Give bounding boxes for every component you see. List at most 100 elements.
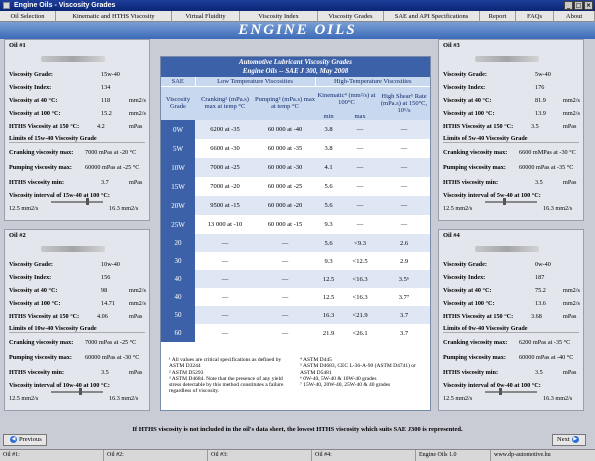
menu-kinematic-hths[interactable]: Kinematic and HTHS Viscosity [56, 11, 172, 22]
menu-viscosity-index[interactable]: Viscosity Index [240, 11, 318, 22]
menu-virtual-fluidity[interactable]: Virtual Fluidity [172, 11, 240, 22]
value-cell: 9500 at -15 [210, 202, 240, 209]
interval-title: Viscosity interval of 5w-40 at 100 °C: [443, 192, 541, 199]
banner-title: ENGINE OILS [0, 22, 595, 39]
value-cell: 9.3 [324, 221, 333, 228]
oil-panel-3: Oil #3 Viscosity Grade: 5w-40 Viscosity … [438, 39, 584, 221]
header-kinematic: Kinematic⁴ (mm²/s) at 100°C [315, 86, 378, 112]
oil-name-placeholder [475, 246, 539, 252]
interval-high: 16.3 mm2/s [109, 205, 139, 212]
value-cell: — [221, 275, 229, 283]
grade-cell: 20W [161, 196, 195, 215]
table-row: 20 — — 5.6 <9.3 2.6 [161, 234, 430, 252]
value-cell: 2.6 [399, 239, 409, 247]
value-cell: — [400, 202, 408, 209]
previous-label: Previous [19, 436, 42, 443]
oil-panel-title: Oil #3 [443, 42, 460, 49]
label-v100: Viscosity at 100 °C: [9, 110, 61, 117]
oil-name-placeholder [475, 56, 539, 62]
value-cell: 21.9 [322, 329, 335, 337]
value-cell: — [281, 275, 289, 283]
unit-hths: mPas [563, 313, 577, 320]
value-pump: 60000 mPas at -40 °C [519, 354, 574, 361]
menu-sae-api[interactable]: SAE and API Specifications [384, 11, 480, 22]
label-hths: HTHS Viscosity at 150 °C: [9, 313, 80, 320]
viscosity-grades-table-panel: Automotive Lubricant Viscosity Grades En… [160, 56, 431, 411]
menu-about[interactable]: About [554, 11, 595, 22]
value-cell: 5.6 [324, 183, 333, 190]
label-v100: Viscosity at 100 °C: [443, 110, 495, 117]
limits-title: Limits of 10w-40 Viscosity Grade [9, 325, 145, 333]
label-hths: HTHS Viscosity at 150 °C: [443, 123, 514, 130]
next-button[interactable]: Next ▶ [552, 434, 586, 446]
value-hths_min: 3.7 [101, 179, 109, 186]
previous-button[interactable]: ◀ Previous [3, 434, 47, 446]
label-crank: Cranking viscosity max: [443, 149, 508, 156]
menu-report[interactable]: Report [480, 11, 516, 22]
title-bar: Engine Oils - Viscosity Grades _ □ × [0, 0, 595, 11]
menu-oil-selection[interactable]: Oil Selection [0, 11, 56, 22]
label-crank: Cranking viscosity max: [443, 339, 508, 346]
table-row: 30 — — 9.3 <12.5 2.9 [161, 252, 430, 270]
label-vi: Viscosity Index: [443, 84, 486, 91]
label-vi: Viscosity Index: [9, 274, 52, 281]
arrow-left-icon: ◀ [10, 436, 17, 444]
value-cell: — [221, 239, 229, 247]
value-cell: — [281, 329, 289, 337]
value-cell: — [281, 293, 289, 301]
unit-v40: mm2/s [129, 287, 146, 294]
value-cell: <16.3 [352, 275, 368, 283]
label-v40: Viscosity at 40 °C: [9, 97, 58, 104]
table-row: 5W 6600 at -30 60 000 at -35 3.8 — — [161, 139, 430, 158]
close-button[interactable]: × [584, 1, 593, 10]
menu-faqs[interactable]: FAQs [516, 11, 554, 22]
grade-cell: 50 [161, 306, 195, 324]
grade-cell: 60 [161, 324, 195, 342]
table-row: 10W 7000 at -25 60 000 at -30 4.1 — — [161, 158, 430, 177]
label-grade: Viscosity Grade: [443, 71, 487, 78]
minimize-button[interactable]: _ [564, 1, 573, 10]
value-vi: 187 [535, 274, 545, 281]
value-cell: 2.9 [399, 257, 409, 265]
value-cell: — [400, 126, 408, 133]
unit-v40: mm2/s [129, 97, 146, 104]
value-crank: 6200 mPas at -35 °C [519, 339, 571, 346]
label-hths: HTHS Viscosity at 150 °C: [9, 123, 80, 130]
label-pump: Pumping viscosity max: [443, 164, 506, 171]
unit-v100: mm2/s [129, 110, 146, 117]
value-cell: 6600 at -30 [210, 145, 240, 152]
value-cell: 12.5 [322, 275, 335, 283]
value-v100: 14.71 [101, 300, 115, 307]
oil-panel-title: Oil #4 [443, 232, 460, 239]
header-pumping: Pumping³ (mPa.s) max at temp °C [255, 86, 315, 120]
viscosity-interval-slider [485, 388, 537, 395]
value-cell: 3.8 [324, 145, 333, 152]
value-cell: — [356, 126, 364, 133]
label-crank: Cranking viscosity max: [9, 339, 74, 346]
value-cell: 5.6 [324, 202, 333, 209]
grade-cell: 25W [161, 215, 195, 234]
label-pump: Pumping viscosity max: [9, 164, 72, 171]
unit-hths-min: mPas [129, 369, 143, 376]
oil-panel-title: Oil #1 [9, 42, 26, 49]
interval-title: Viscosity interval of 0w-40 at 100 °C: [443, 382, 541, 389]
menu-bar: Oil Selection Kinematic and HTHS Viscosi… [0, 11, 595, 22]
oil-name-placeholder [41, 246, 105, 252]
interval-title: Viscosity interval of 10w-40 at 100 °C: [9, 382, 110, 389]
label-vi: Viscosity Index: [443, 274, 486, 281]
label-hths: HTHS Viscosity at 150 °C: [443, 313, 514, 320]
unit-hths-min: mPas [563, 369, 577, 376]
value-cell: 60 000 at -30 [267, 164, 303, 171]
menu-viscosity-grades[interactable]: Viscosity Grades [318, 11, 384, 22]
value-cell: 13 000 at -10 [207, 221, 243, 228]
value-cell: — [221, 311, 229, 319]
value-cell: 60 000 at -35 [267, 145, 303, 152]
footnote: ⁷ 15W-40, 20W-40, 25W-40 & 40 grades [300, 382, 391, 389]
value-vi: 156 [101, 274, 111, 281]
status-oil-2: Oil #2: [104, 450, 208, 461]
interval-high: 16.3 mm2/s [109, 395, 139, 402]
value-crank: 6600 mMPas at -30 °C [519, 149, 576, 156]
maximize-button[interactable]: □ [574, 1, 583, 10]
header-kin-min: min [315, 112, 343, 120]
oil-panel-title: Oil #2 [9, 232, 26, 239]
